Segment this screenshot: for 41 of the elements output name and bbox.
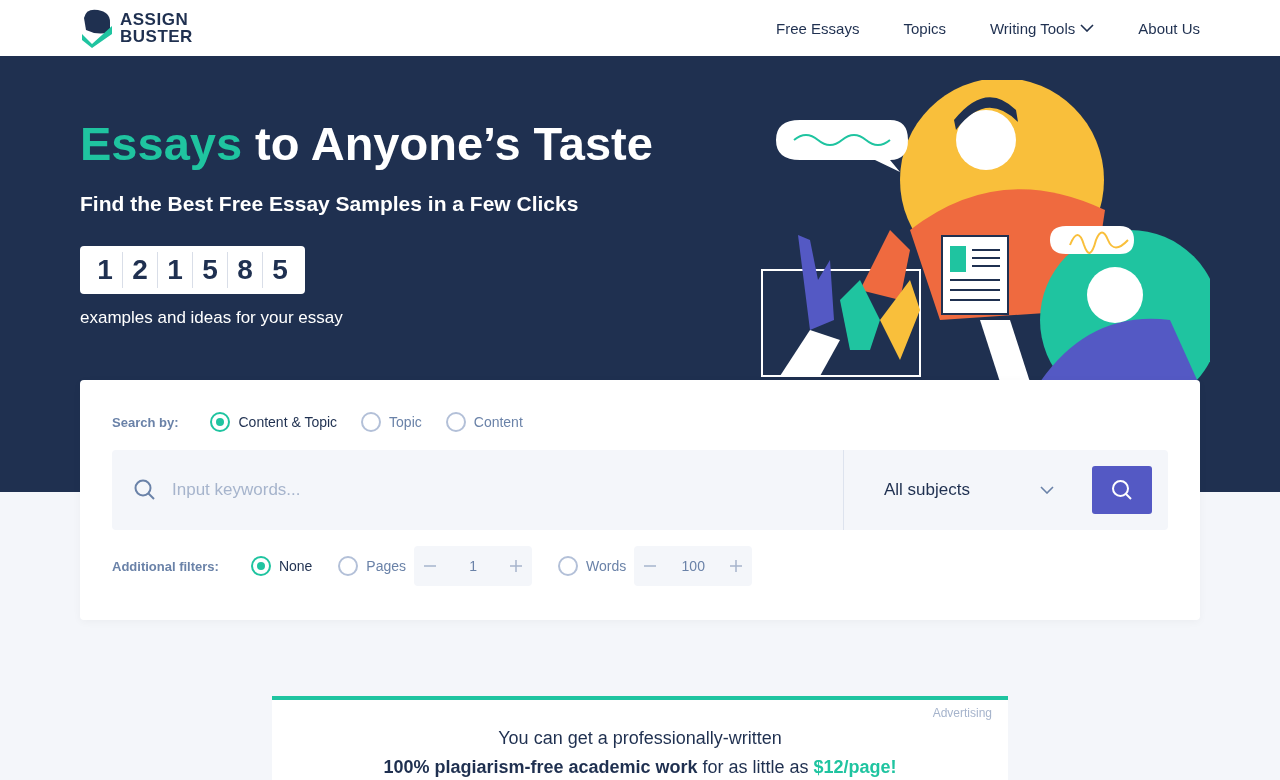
stepper-value: 1 <box>468 558 478 574</box>
counter-digit: 5 <box>262 252 297 288</box>
radio-option[interactable]: Pages <box>338 556 407 576</box>
filters-label: Additional filters: <box>112 558 219 574</box>
chevron-down-icon <box>1080 24 1095 32</box>
minus-icon[interactable] <box>424 565 437 567</box>
nav-link[interactable]: Writing Tools <box>990 19 1095 37</box>
radio-option[interactable]: Content & Topic <box>210 412 338 432</box>
nav-link[interactable]: Topics <box>903 19 946 37</box>
advertising-label: Advertising <box>932 706 992 720</box>
headline-accent: Essays <box>80 116 243 172</box>
radio-option[interactable]: None <box>250 556 313 576</box>
radio-option[interactable]: Words <box>558 556 627 576</box>
counter-digit: 2 <box>122 252 157 288</box>
radio-option[interactable]: Content <box>445 412 523 432</box>
chevron-down-icon <box>1040 486 1054 494</box>
stepper-value: 100 <box>680 558 706 574</box>
keyword-input[interactable]: Input keywords... <box>170 479 843 501</box>
search-icon <box>134 479 156 501</box>
minus-icon[interactable] <box>644 565 657 567</box>
ad-text: You can get a professionally-written <box>497 728 783 749</box>
number-stepper[interactable]: 100 <box>634 546 753 586</box>
counter-caption: examples and ideas for your essay <box>80 308 344 328</box>
hero-subtitle: Find the Best Free Essay Samples in a Few Clicks <box>80 192 580 216</box>
search-button[interactable] <box>1092 466 1152 514</box>
counter-digit: 8 <box>227 252 262 288</box>
plus-icon[interactable] <box>730 560 743 572</box>
search-by-label: Search by: <box>112 414 179 430</box>
search-icon <box>1111 479 1133 501</box>
radio-option[interactable]: Topic <box>361 412 422 432</box>
logo-text[interactable]: ASSIGN BUSTER <box>120 11 193 45</box>
counter-digit: 1 <box>157 252 192 288</box>
counter-digit: 1 <box>96 253 114 287</box>
subject-select[interactable]: All subjects <box>884 480 1054 500</box>
plus-icon[interactable] <box>510 560 523 572</box>
counter-digit: 5 <box>192 252 227 288</box>
headline: to Anyone’s Taste <box>255 116 653 172</box>
nav-link[interactable]: Free Essays <box>776 19 860 37</box>
number-stepper[interactable]: 1 <box>414 546 533 586</box>
ad-text: 100% plagiarism-free academic work for as little as $12/page! <box>383 757 897 778</box>
nav-link[interactable]: About Us <box>1138 19 1200 37</box>
